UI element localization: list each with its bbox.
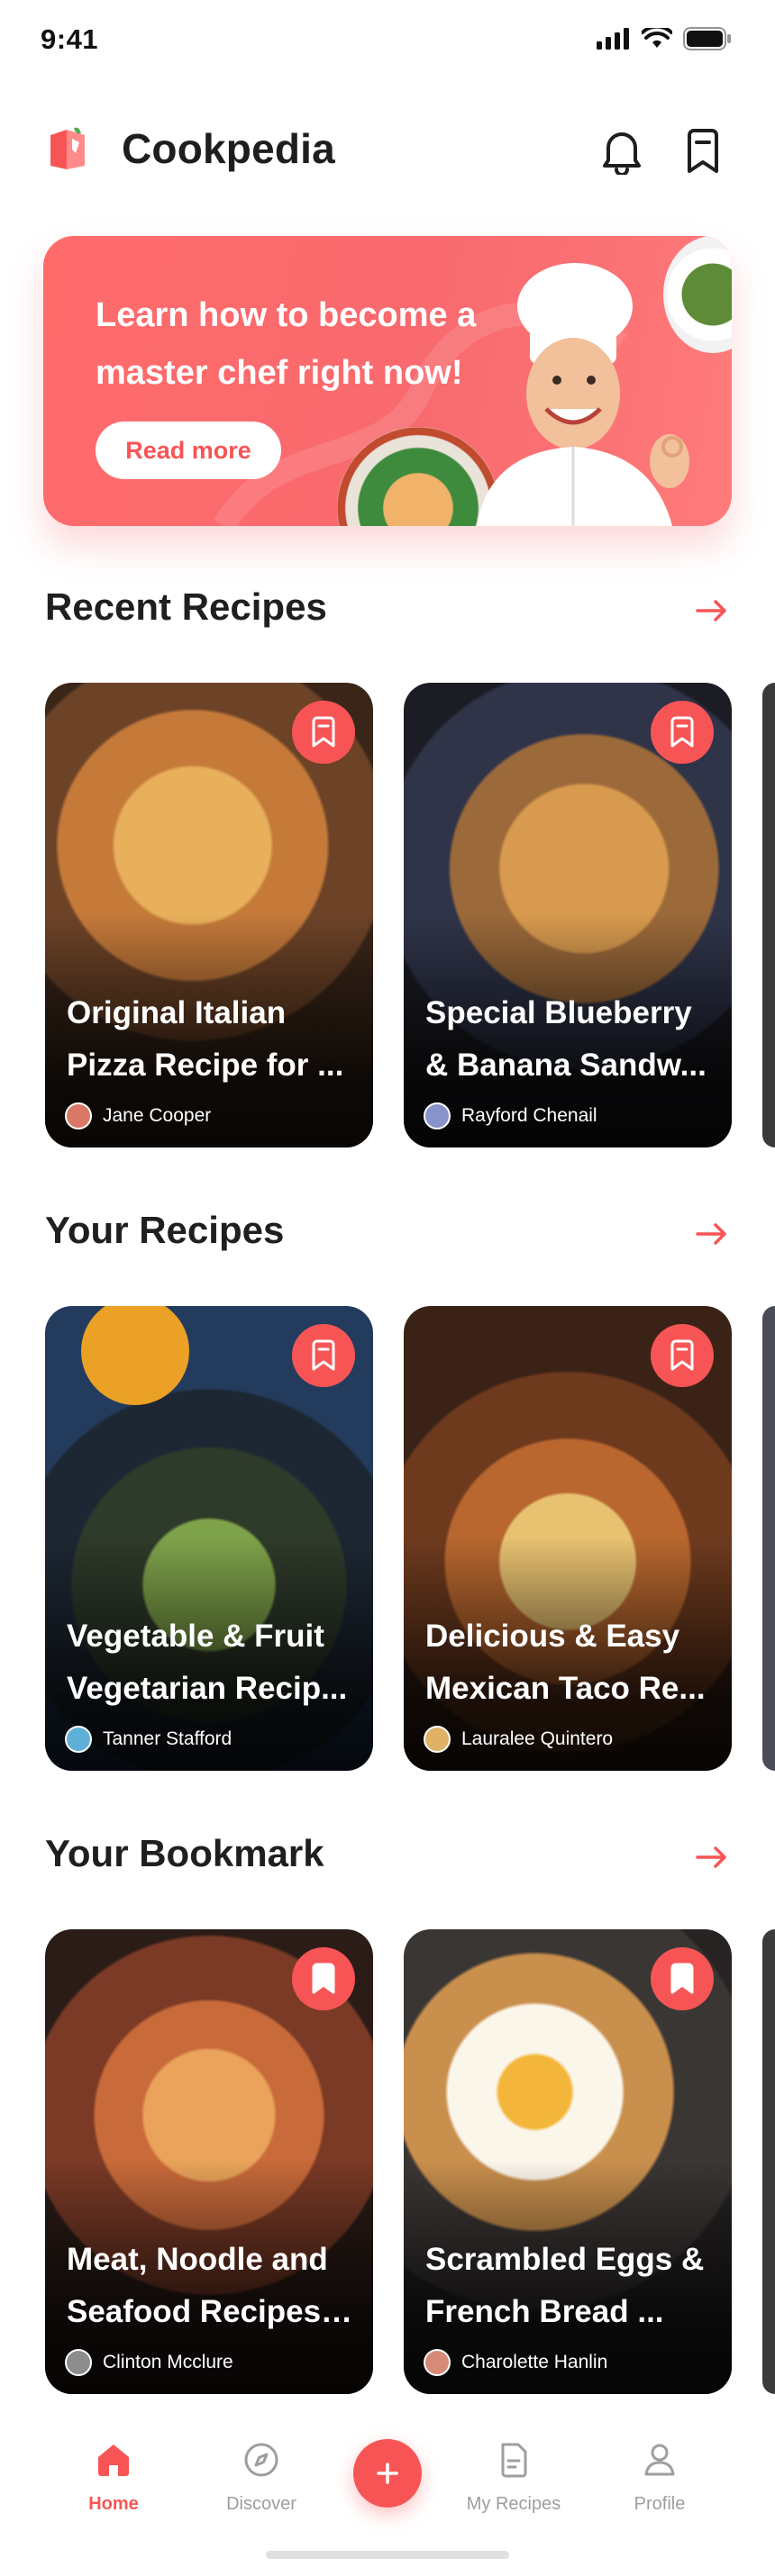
see-all-arrow-icon[interactable] xyxy=(692,1214,732,1254)
author-name: Lauralee Quintero xyxy=(461,1728,614,1749)
next-card-peek[interactable] xyxy=(762,1306,775,1771)
bookmark-filled-icon xyxy=(312,1963,335,1994)
bookmark-outline-icon xyxy=(312,1339,335,1371)
section-title-your-recipes: Your Recipes xyxy=(45,1209,285,1251)
document-icon xyxy=(501,2443,527,2478)
see-all-arrow-icon[interactable] xyxy=(692,591,732,630)
bookmark-button[interactable] xyxy=(292,1324,355,1387)
author-name: Rayford Chenail xyxy=(461,1105,597,1126)
bookmark-outline-icon xyxy=(670,1339,694,1371)
recipe-title: Delicious & Easy Mexican Taco Re... xyxy=(425,1619,706,1706)
battery-icon xyxy=(683,27,731,50)
recipe-title: Scrambled Eggs & French Bread ... xyxy=(425,2242,705,2329)
status-bar: 9:41 xyxy=(0,0,775,79)
bell-icon xyxy=(603,132,641,175)
see-all-arrow-icon[interactable] xyxy=(692,1837,732,1877)
tab-home[interactable]: Home xyxy=(50,2441,177,2515)
bookmark-button[interactable] xyxy=(651,1324,714,1387)
status-time: 9:41 xyxy=(41,23,99,55)
author-avatar xyxy=(424,1102,451,1129)
section-title-your-bookmark: Your Bookmark xyxy=(45,1832,324,1874)
home-icon xyxy=(98,2444,129,2476)
cookpedia-logo-icon xyxy=(50,127,85,169)
author-avatar xyxy=(65,2349,92,2376)
compass-icon xyxy=(244,2443,278,2477)
recipe-title: Original Italian Pizza Recipe for ... xyxy=(67,995,344,1083)
bookmark-button[interactable] xyxy=(292,701,355,764)
next-card-peek[interactable] xyxy=(762,683,775,1147)
app-title: Cookpedia xyxy=(122,125,335,172)
bookmark-outline-icon xyxy=(670,716,694,748)
banner-headline: Learn how to become a master chef right … xyxy=(96,296,477,392)
bookmark-outline-icon xyxy=(312,716,335,748)
app-header: Cookpedia xyxy=(0,115,775,187)
recipe-author: Clinton Mcclure xyxy=(65,2349,233,2376)
recipe-author: Rayford Chenail xyxy=(424,1102,597,1129)
bookmark-button[interactable] xyxy=(292,1947,355,2010)
recipe-author: Lauralee Quintero xyxy=(424,1726,613,1753)
home-indicator xyxy=(266,2551,509,2559)
tab-my-recipes[interactable]: My Recipes xyxy=(451,2441,577,2515)
author-avatar xyxy=(65,1102,92,1129)
tab-profile[interactable]: Profile xyxy=(597,2441,723,2515)
recipe-title: Vegetable & Fruit Vegetarian Recip... xyxy=(67,1619,348,1706)
cellular-signal-icon xyxy=(597,28,629,50)
bookmark-button[interactable] xyxy=(651,701,714,764)
promo-banner[interactable]: Learn how to become a master chef right … xyxy=(43,236,732,526)
plus-icon xyxy=(377,2463,398,2484)
profile-icon xyxy=(644,2444,675,2476)
next-card-peek[interactable] xyxy=(762,1929,775,2394)
bookmarks-button[interactable] xyxy=(676,122,730,180)
section-title-recent: Recent Recipes xyxy=(45,585,327,628)
read-more-button[interactable]: Read more xyxy=(96,422,281,479)
author-avatar xyxy=(424,1726,451,1753)
bookmark-button[interactable] xyxy=(651,1947,714,2010)
author-avatar xyxy=(65,1726,92,1753)
tab-label: Home xyxy=(88,2494,139,2514)
tab-label: Profile xyxy=(634,2494,686,2514)
author-avatar xyxy=(424,2349,451,2376)
author-name: Tanner Stafford xyxy=(103,1728,232,1749)
recipe-title: Special Blueberry & Banana Sandw... xyxy=(425,995,707,1083)
author-name: Jane Cooper xyxy=(103,1105,212,1126)
add-recipe-button[interactable] xyxy=(353,2439,422,2508)
recipe-author: Jane Cooper xyxy=(65,1102,211,1129)
recipe-title: Meat, Noodle and Seafood Recipes ... xyxy=(67,2242,328,2329)
author-name: Clinton Mcclure xyxy=(103,2352,233,2372)
wifi-icon xyxy=(642,28,672,48)
notification-button[interactable] xyxy=(595,122,649,180)
recipe-card[interactable]: Special Blueberry & Banana Sandw... Rayf… xyxy=(404,683,732,1147)
bookmark-icon xyxy=(688,129,718,173)
recipe-card[interactable]: Delicious & Easy Mexican Taco Re... Laur… xyxy=(404,1306,732,1771)
author-name: Charolette Hanlin xyxy=(461,2352,608,2372)
juice-glass-image xyxy=(81,1306,189,1405)
recipe-author: Charolette Hanlin xyxy=(424,2349,607,2376)
recipe-card[interactable]: Meat, Noodle and Seafood Recipes ... Cli… xyxy=(45,1929,373,2394)
recipe-card[interactable]: Scrambled Eggs & French Bread ... Charol… xyxy=(404,1929,732,2394)
tab-label: My Recipes xyxy=(466,2494,561,2514)
recipe-author: Tanner Stafford xyxy=(65,1726,232,1753)
bookmark-filled-icon xyxy=(670,1963,694,1994)
recipe-card[interactable]: Vegetable & Fruit Vegetarian Recip... Ta… xyxy=(45,1306,373,1771)
tab-label: Discover xyxy=(226,2494,296,2514)
tab-discover[interactable]: Discover xyxy=(198,2441,324,2515)
status-icons xyxy=(597,27,732,50)
recipe-card[interactable]: Original Italian Pizza Recipe for ... Ja… xyxy=(45,683,373,1147)
